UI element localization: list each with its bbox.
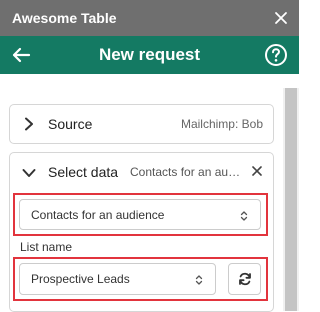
source-section[interactable]: Source Mailchimp: Bob — [9, 104, 274, 144]
page-header: New request — [0, 36, 299, 74]
source-value: Mailchimp: Bob — [180, 117, 263, 131]
select-data-label: Select data — [48, 164, 119, 180]
refresh-button[interactable] — [228, 263, 261, 295]
list-name-selected: Prospective Leads — [31, 272, 130, 286]
chevron-down-icon[interactable] — [22, 166, 36, 178]
scrollbar-thumb[interactable] — [285, 88, 297, 311]
sort-arrows-icon — [195, 273, 203, 285]
source-label: Source — [48, 116, 93, 132]
app-title: Awesome Table — [12, 10, 117, 26]
data-type-select[interactable]: Contacts for an audience — [19, 199, 261, 230]
help-circle-icon[interactable] — [264, 43, 288, 67]
close-icon[interactable] — [270, 7, 292, 29]
clear-icon[interactable] — [250, 164, 264, 178]
select-data-value: Contacts for an audience — [130, 165, 246, 179]
app-title-bar: Awesome Table — [0, 0, 299, 36]
refresh-icon — [238, 272, 252, 286]
data-type-selected: Contacts for an audience — [31, 207, 165, 222]
sort-arrows-icon — [240, 209, 248, 221]
scrollbar[interactable] — [283, 88, 299, 311]
list-name-select[interactable]: Prospective Leads — [19, 263, 216, 295]
list-name-label: List name — [20, 240, 73, 254]
page-title: New request — [98, 45, 201, 64]
chevron-right-icon — [23, 117, 35, 131]
